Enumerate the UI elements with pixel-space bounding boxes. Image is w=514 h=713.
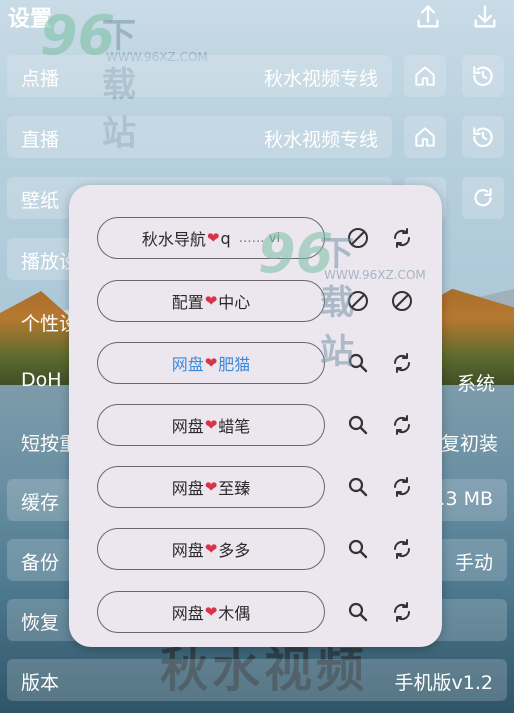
setting-label-doh[interactable]: DoH bbox=[21, 369, 62, 391]
search-button[interactable] bbox=[344, 411, 372, 439]
source-name-part: 中心 bbox=[218, 293, 251, 312]
disable-button[interactable] bbox=[344, 224, 372, 252]
source-name-part: 秋水导航 bbox=[141, 230, 206, 249]
home-button[interactable] bbox=[404, 55, 446, 97]
source-item[interactable]: 网盘 ❤ 蜡笔 bbox=[97, 404, 325, 446]
search-icon bbox=[348, 477, 368, 497]
setting-label: 缓存 bbox=[21, 492, 60, 514]
source-name-part: 木偶 bbox=[218, 604, 251, 623]
source-item[interactable]: 网盘 ❤ 至臻 bbox=[97, 466, 325, 508]
source-name-part: 网盘 bbox=[171, 604, 204, 623]
source-name-part: 网盘 bbox=[171, 417, 204, 436]
source-name-suffix: …… vi bbox=[238, 230, 281, 246]
refresh-icon bbox=[474, 188, 492, 207]
search-button[interactable] bbox=[344, 473, 372, 501]
upload-icon[interactable] bbox=[414, 3, 442, 31]
search-button[interactable] bbox=[344, 598, 372, 626]
home-icon bbox=[415, 127, 435, 147]
setting-value: 手动 bbox=[454, 552, 493, 574]
source-name-part: 网盘 bbox=[171, 541, 204, 560]
sync-icon bbox=[393, 539, 411, 559]
setting-label: 直播 bbox=[21, 129, 60, 151]
disable-button[interactable] bbox=[388, 287, 416, 315]
source-name-part: 至臻 bbox=[218, 479, 251, 498]
setting-row-live[interactable]: 直播 秋水视频专线 bbox=[7, 116, 392, 158]
source-item[interactable]: 网盘 ❤ 木偶 bbox=[97, 591, 325, 633]
sync-icon bbox=[393, 228, 411, 248]
refresh-button[interactable] bbox=[462, 177, 504, 219]
setting-value: 手机版v1.2 bbox=[394, 672, 493, 694]
setting-label: 恢复 bbox=[21, 612, 60, 634]
setting-value: 秋水视频专线 bbox=[263, 129, 378, 151]
source-name-part: 蜡笔 bbox=[218, 417, 251, 436]
source-name-part: 配置 bbox=[171, 293, 204, 312]
search-button[interactable] bbox=[344, 535, 372, 563]
sync-button[interactable] bbox=[388, 224, 416, 252]
source-item[interactable]: 网盘 ❤ 多多 bbox=[97, 528, 325, 570]
source-name-part: 网盘 bbox=[171, 479, 204, 498]
sync-button[interactable] bbox=[388, 535, 416, 563]
home-icon bbox=[415, 66, 435, 86]
sync-icon bbox=[393, 477, 411, 497]
disable-button[interactable] bbox=[344, 287, 372, 315]
history-icon bbox=[473, 127, 493, 148]
source-item-selected[interactable]: 网盘 ❤ 肥猫 bbox=[97, 342, 325, 384]
heart-icon: ❤ bbox=[204, 416, 218, 434]
history-icon bbox=[473, 66, 493, 87]
heart-icon: ❤ bbox=[204, 603, 218, 621]
search-icon bbox=[348, 602, 368, 622]
source-name-part: q bbox=[220, 228, 231, 248]
heart-icon: ❤ bbox=[204, 354, 218, 372]
setting-value-doh: 系统 bbox=[457, 373, 496, 395]
setting-label: 点播 bbox=[21, 68, 60, 90]
search-icon bbox=[348, 539, 368, 559]
search-button[interactable] bbox=[344, 349, 372, 377]
sync-icon bbox=[393, 353, 411, 373]
history-button[interactable] bbox=[462, 55, 504, 97]
setting-row-version[interactable]: 版本 手机版v1.2 bbox=[7, 659, 507, 701]
sync-icon bbox=[393, 602, 411, 622]
sync-button[interactable] bbox=[388, 411, 416, 439]
heart-icon: ❤ bbox=[204, 478, 218, 496]
source-name-part: 多多 bbox=[218, 541, 251, 560]
heart-icon: ❤ bbox=[206, 229, 220, 247]
source-name-part: 网盘 bbox=[171, 355, 204, 374]
setting-row-vod[interactable]: 点播 秋水视频专线 bbox=[7, 55, 392, 97]
home-button[interactable] bbox=[404, 116, 446, 158]
top-bar: 设置 bbox=[0, 0, 514, 40]
setting-label: 壁纸 bbox=[21, 190, 60, 212]
sync-icon bbox=[393, 415, 411, 435]
heart-icon: ❤ bbox=[204, 540, 218, 558]
source-item[interactable]: 秋水导航 ❤ q …… vi bbox=[97, 217, 325, 259]
heart-icon: ❤ bbox=[204, 292, 218, 310]
setting-label: 备份 bbox=[21, 552, 60, 574]
source-name-part: 肥猫 bbox=[218, 355, 251, 374]
setting-value: 秋水视频专线 bbox=[263, 68, 378, 90]
setting-value-short-press: 复初装 bbox=[441, 433, 499, 455]
page-title: 设置 bbox=[8, 7, 53, 32]
block-icon bbox=[348, 228, 368, 248]
search-icon bbox=[348, 353, 368, 373]
search-icon bbox=[348, 415, 368, 435]
sync-button[interactable] bbox=[388, 473, 416, 501]
history-button[interactable] bbox=[462, 116, 504, 158]
block-icon bbox=[348, 291, 368, 311]
sync-button[interactable] bbox=[388, 349, 416, 377]
setting-label: 版本 bbox=[21, 672, 60, 694]
block-icon bbox=[392, 291, 412, 311]
sync-button[interactable] bbox=[388, 598, 416, 626]
source-item[interactable]: 配置 ❤ 中心 bbox=[97, 280, 325, 322]
download-icon[interactable] bbox=[471, 3, 499, 31]
source-dialog: 秋水导航 ❤ q…… vi 配置 ❤ 中心 网盘 ❤ 肥猫 网盘 ❤ 蜡笔 网盘 ❤ 至臻 bbox=[69, 185, 442, 647]
